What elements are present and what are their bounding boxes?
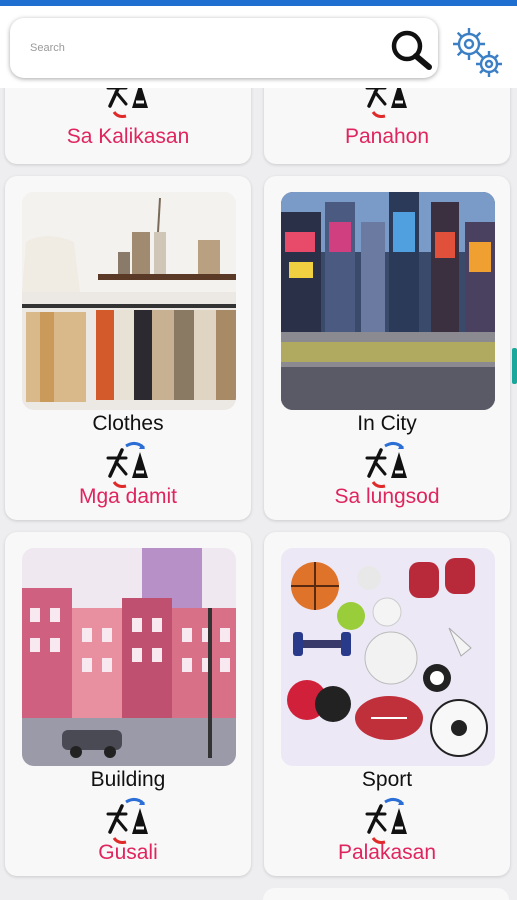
category-card-next[interactable] bbox=[263, 888, 509, 900]
clothes-image bbox=[22, 192, 236, 410]
category-card-panahon[interactable]: Panahon bbox=[264, 88, 510, 164]
city-image bbox=[281, 192, 495, 410]
category-tagalog-label: Sa lungsod bbox=[334, 485, 440, 508]
translate-logo-icon bbox=[365, 441, 407, 488]
category-card-building[interactable]: Building Gusali bbox=[5, 532, 251, 876]
category-grid[interactable]: Sa Kalikasan Panahon Clothes Mga damit I… bbox=[0, 88, 517, 900]
category-english-label: In City bbox=[357, 412, 417, 435]
building-image bbox=[22, 548, 236, 766]
translate-logo-icon bbox=[106, 88, 148, 118]
category-card-clothes[interactable]: Clothes Mga damit bbox=[5, 176, 251, 520]
category-card-sport[interactable]: Sport Palakasan bbox=[264, 532, 510, 876]
scrollbar-thumb[interactable] bbox=[512, 348, 517, 384]
category-tagalog-label: Gusali bbox=[98, 841, 158, 864]
gear-icon[interactable] bbox=[448, 24, 506, 82]
category-english-label: Building bbox=[90, 768, 166, 791]
category-tagalog-label: Panahon bbox=[344, 125, 430, 148]
header bbox=[0, 6, 517, 88]
category-tagalog-label: Sa Kalikasan bbox=[66, 125, 190, 148]
category-tagalog-label: Palakasan bbox=[337, 841, 437, 864]
category-tagalog-label: Mga damit bbox=[78, 485, 178, 508]
category-english-label: Clothes bbox=[92, 412, 164, 435]
translate-logo-icon bbox=[365, 88, 407, 118]
translate-logo-icon bbox=[106, 441, 148, 488]
translate-logo-icon bbox=[106, 797, 148, 844]
category-english-label: Sport bbox=[361, 768, 413, 791]
translate-logo-icon bbox=[365, 797, 407, 844]
search-icon[interactable] bbox=[388, 28, 434, 70]
category-card-sa-kalikasan[interactable]: Sa Kalikasan bbox=[5, 88, 251, 164]
sport-image bbox=[281, 548, 495, 766]
category-card-in-city[interactable]: In City Sa lungsod bbox=[264, 176, 510, 520]
search-input[interactable] bbox=[30, 36, 360, 60]
search-box[interactable] bbox=[10, 18, 438, 78]
